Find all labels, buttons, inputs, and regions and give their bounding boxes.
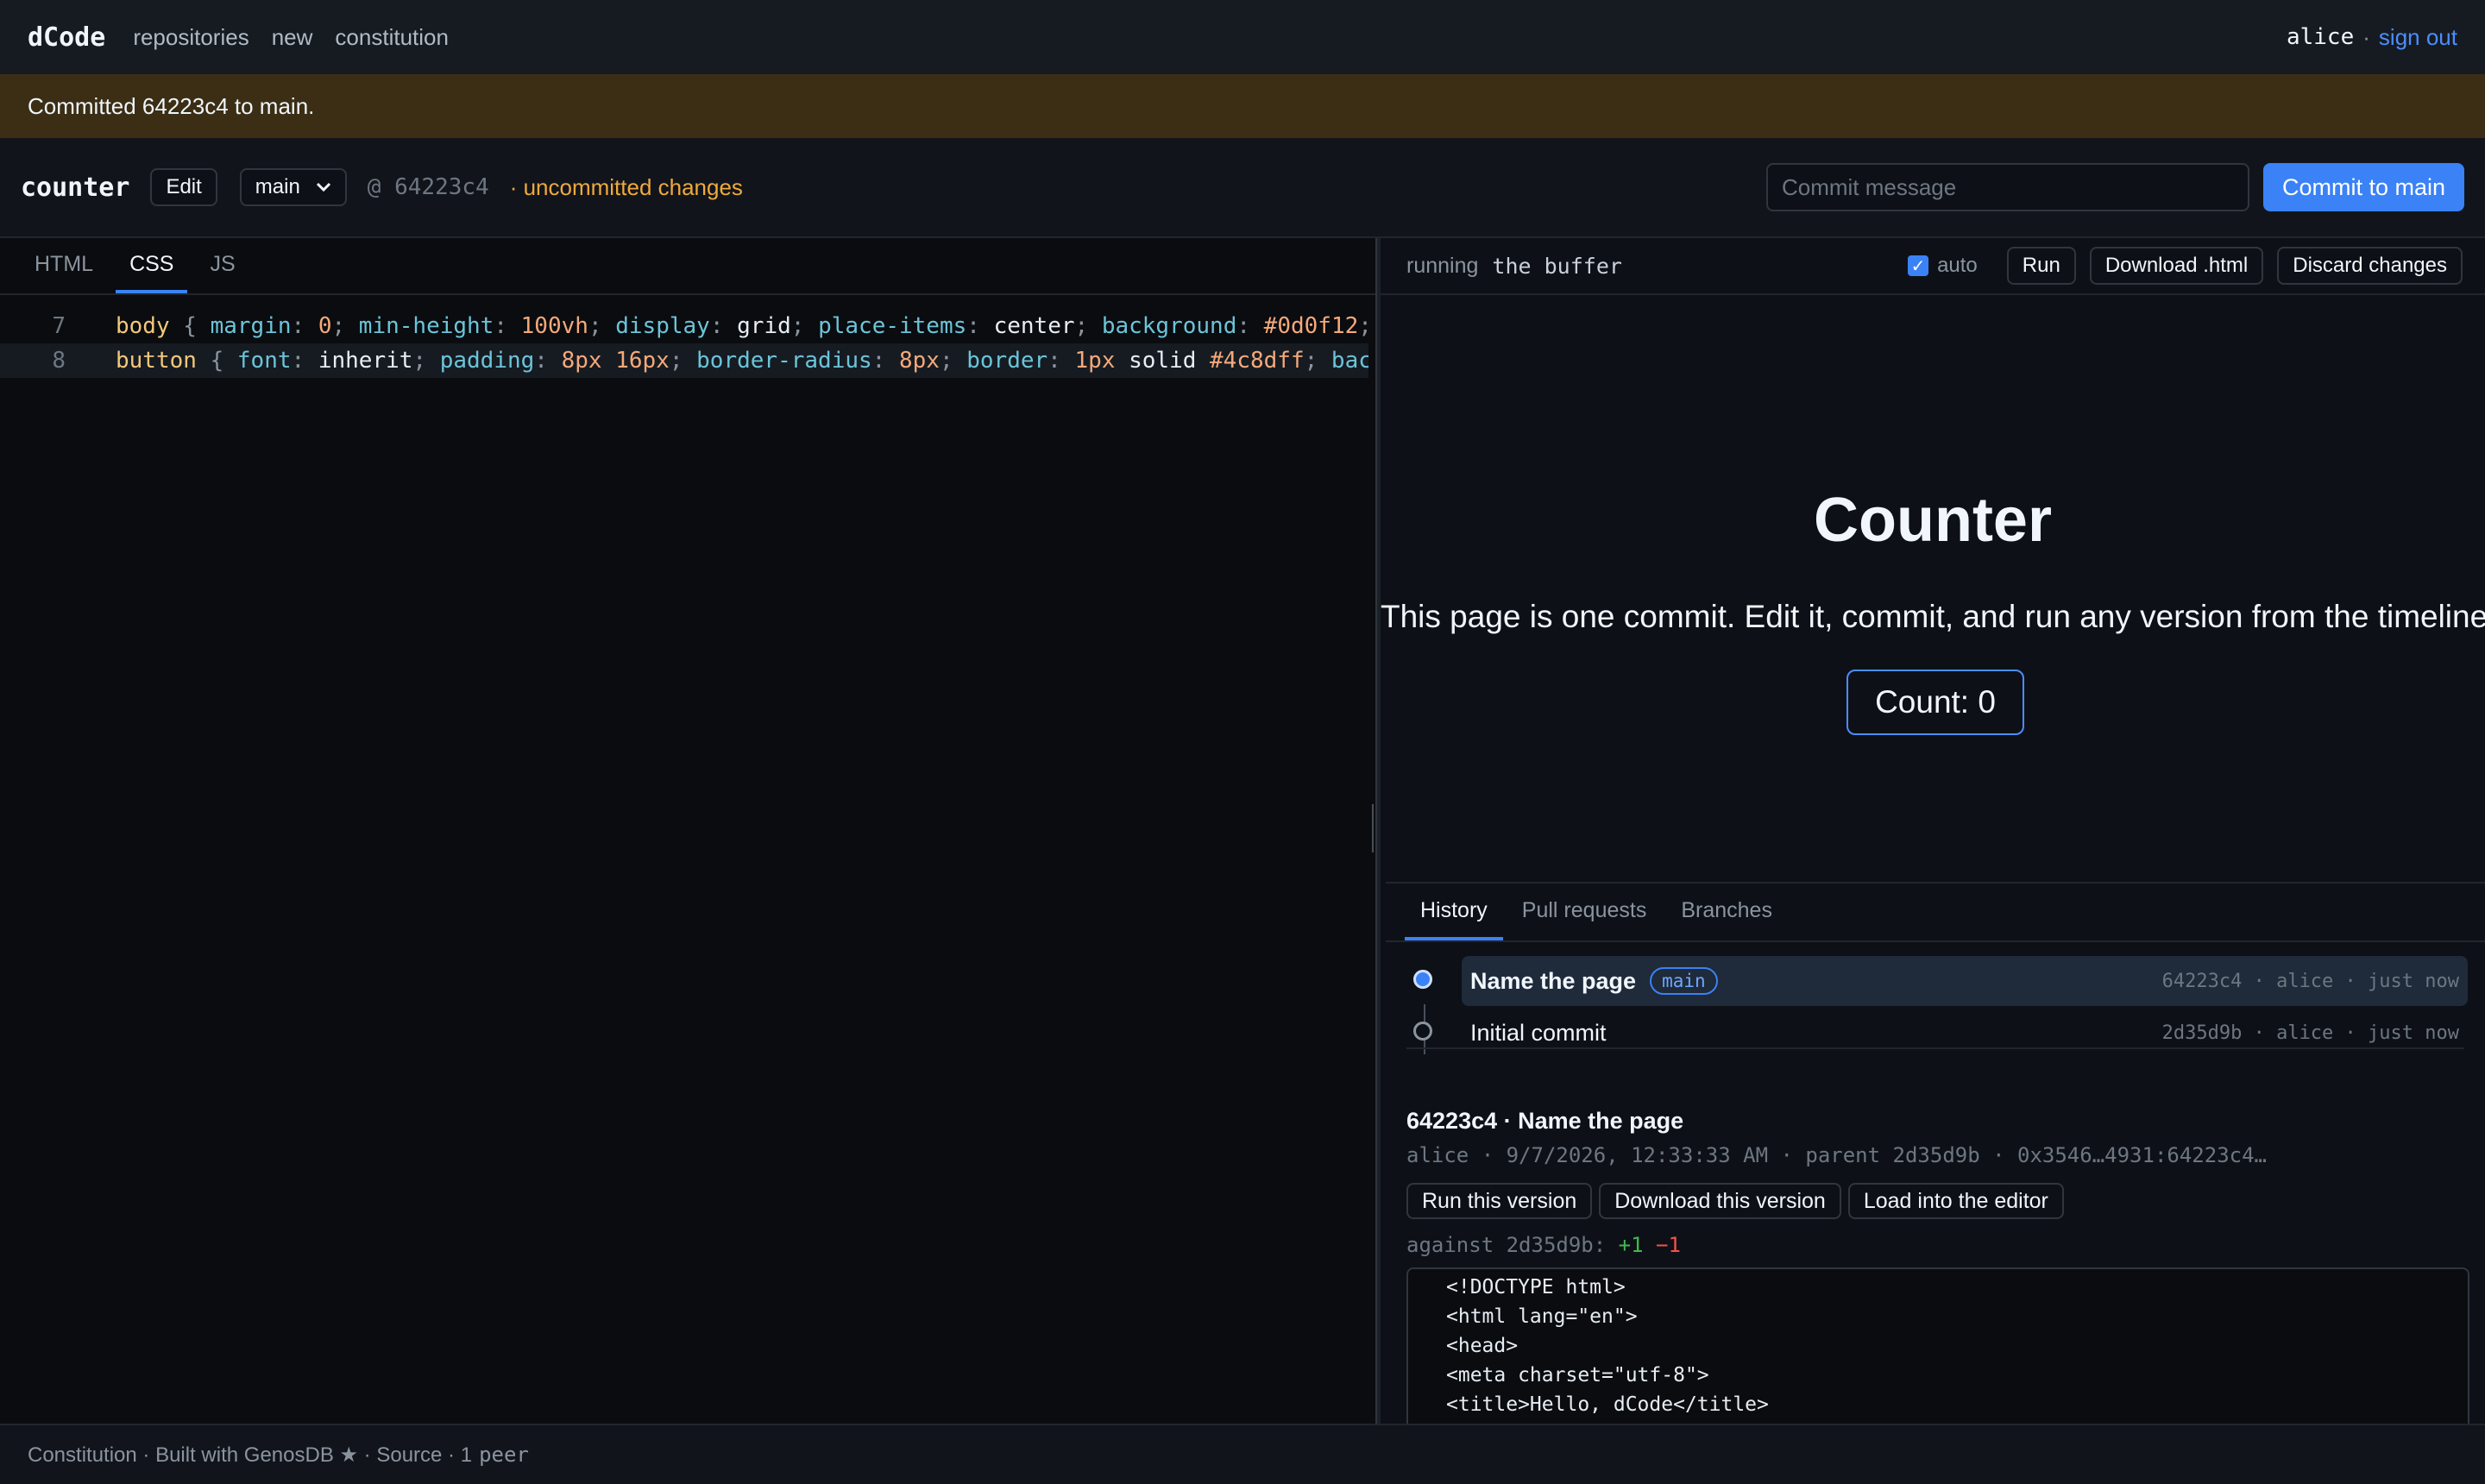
commit-row[interactable]: Initial commit 2d35d9b · alice · just no… [1462, 1008, 2468, 1058]
branch-select[interactable]: main [239, 168, 347, 206]
commit-message: Name the page [1470, 967, 1637, 994]
count-button[interactable]: Count: 0 [1846, 670, 2024, 735]
current-commit: @ 64223c4 [367, 174, 489, 200]
uncommitted-status: · uncommitted changes [509, 173, 743, 200]
commit-row[interactable]: Name the page main 64223c4 · alice · jus… [1462, 956, 2468, 1006]
run-bar: running the buffer ✓ auto Run Download .… [1381, 238, 2485, 295]
line-text: button { font: inherit; padding: 8px 16p… [116, 348, 1368, 374]
user-separator: · [2362, 23, 2370, 50]
nav-link-constitution[interactable]: constitution [335, 24, 449, 51]
code-line-current[interactable]: 8 button { font: inherit; padding: 8px 1… [0, 343, 1368, 378]
commit-detail-meta: alice · 9/7/2026, 12:33:33 AM · parent 2… [1406, 1143, 2267, 1167]
diff-line: <html lang="en"> [1446, 1305, 1638, 1328]
code-line[interactable]: 7 body { margin: 0; min-height: 100vh; d… [0, 309, 1368, 343]
preview-title: Counter [1814, 486, 2052, 555]
editor-tabs: HTML CSS JS [0, 238, 1375, 295]
diff-view[interactable]: <!DOCTYPE html> <html lang="en"> <head> … [1406, 1267, 2469, 1424]
diff-summary: against 2d35d9b: +1 −1 [1406, 1233, 2468, 1257]
tab-pull-requests[interactable]: Pull requests [1507, 883, 1663, 940]
commit-meta: 64223c4 · alice · just now [2161, 970, 2459, 992]
user-box: alice · sign out [2287, 24, 2457, 51]
preview-frame: Counter This page is one commit. Edit it… [1381, 295, 2485, 882]
load-into-editor-button[interactable]: Load into the editor [1847, 1183, 2064, 1219]
commit-actions: Run this version Download this version L… [1406, 1183, 2468, 1219]
diff-line: <meta charset="utf-8"> [1446, 1364, 1709, 1387]
tab-branches[interactable]: Branches [1665, 883, 1788, 940]
run-version-button[interactable]: Run this version [1406, 1183, 1593, 1219]
branch-select-value: main [255, 175, 300, 198]
download-version-button[interactable]: Download this version [1599, 1183, 1841, 1219]
tab-css[interactable]: CSS [116, 238, 188, 293]
line-text: body { margin: 0; min-height: 100vh; dis… [116, 313, 1368, 339]
footer-links[interactable]: Constitution · Built with GenosDB ★ · So… [28, 1443, 472, 1468]
repo-name: counter [21, 172, 130, 203]
repo-bar: counter Edit main @ 64223c4 · uncommitte… [0, 138, 2485, 238]
history-tabs: History Pull requests Branches [1386, 883, 2485, 942]
check-icon: ✓ [1910, 256, 1926, 276]
discard-changes-button[interactable]: Discard changes [2277, 247, 2463, 285]
tab-history[interactable]: History [1405, 883, 1503, 940]
code-editor: HTML CSS JS 7 body { margin: 0; min-heig… [0, 238, 1375, 1424]
running-label: running [1406, 253, 1479, 278]
diff-line: <!DOCTYPE html> [1446, 1276, 1626, 1298]
diff-against: against 2d35d9b: [1406, 1233, 1607, 1257]
diff-additions: +1 [1618, 1233, 1644, 1257]
divider [1406, 1047, 2464, 1049]
flash-banner: Committed 64223c4 to main. [0, 74, 2485, 138]
commit-timeline: Name the page main 64223c4 · alice · jus… [1386, 942, 2485, 1097]
preview-text: This page is one commit. Edit it, commit… [1381, 599, 2485, 634]
branch-badge: main [1650, 967, 1718, 995]
running-target: the buffer [1492, 253, 1622, 279]
peer-count-label: peer [479, 1443, 529, 1467]
tab-js[interactable]: JS [196, 238, 248, 293]
brand-logo[interactable]: dCode [28, 22, 105, 53]
commit-dot [1413, 1022, 1432, 1041]
nav-link-new[interactable]: new [272, 24, 313, 51]
sign-out-link[interactable]: sign out [2379, 24, 2457, 51]
run-button[interactable]: Run [2006, 247, 2076, 285]
download-html-button[interactable]: Download .html [2089, 247, 2264, 285]
commit-detail-title: 64223c4 · Name the page [1406, 1108, 1684, 1134]
commit-button[interactable]: Commit to main [2262, 163, 2464, 211]
username: alice [2286, 24, 2355, 50]
diff-line: <title>Hello, dCode</title> [1446, 1393, 1769, 1416]
edit-button[interactable]: Edit [150, 168, 217, 206]
nav-link-repositories[interactable]: repositories [133, 24, 248, 51]
commit-dot-selected [1413, 970, 1432, 989]
code-area[interactable]: 7 body { margin: 0; min-height: 100vh; d… [0, 295, 1375, 378]
commit-message-input[interactable] [1765, 163, 2249, 211]
diff-deletions: −1 [1656, 1233, 1681, 1257]
commit-meta: 2d35d9b · alice · just now [2161, 1022, 2459, 1044]
tab-html[interactable]: HTML [21, 238, 107, 293]
diff-line: <head> [1446, 1335, 1519, 1357]
history-panel: History Pull requests Branches Name the … [1386, 882, 2485, 1424]
auto-run-checkbox[interactable]: ✓ [1908, 255, 1929, 276]
chevron-down-icon [316, 182, 330, 192]
auto-run-label: auto [1937, 254, 1978, 277]
commit-message: Initial commit [1470, 1019, 1607, 1046]
line-number: 7 [52, 313, 66, 339]
line-number: 8 [52, 348, 66, 374]
commit-detail: 64223c4 · Name the page alice · 9/7/2026… [1406, 1108, 2469, 1424]
top-nav: dCode repositories new constitution alic… [0, 0, 2485, 74]
footer: Constitution · Built with GenosDB ★ · So… [0, 1424, 2485, 1484]
